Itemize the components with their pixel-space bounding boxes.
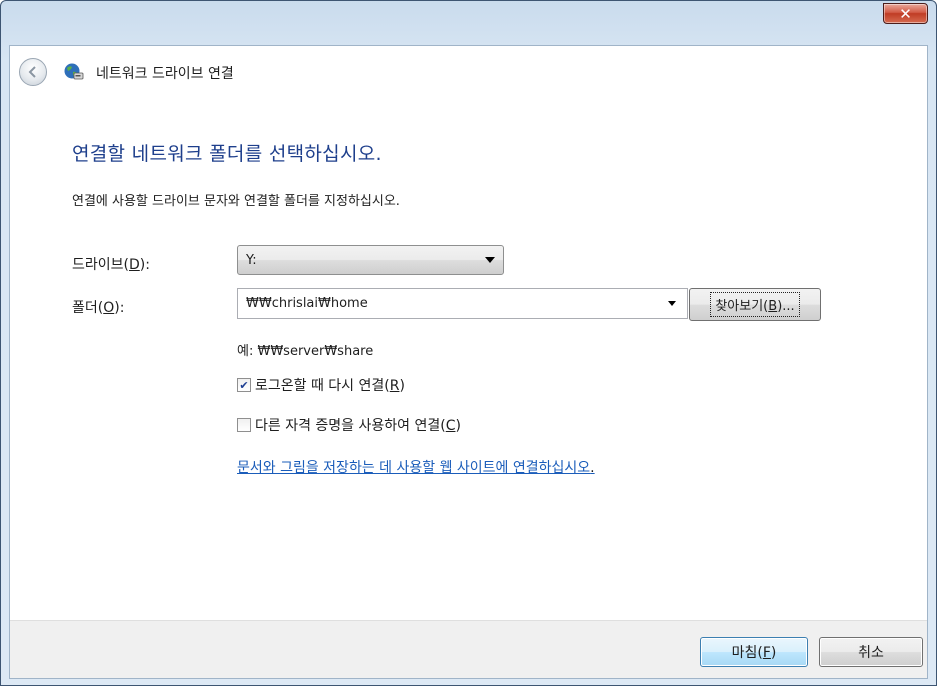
reconnect-label: 로그온할 때 다시 연결(R) bbox=[255, 378, 405, 394]
drive-letter-value: Y: bbox=[246, 252, 257, 268]
folder-path-value: ₩₩chrislai₩home bbox=[246, 296, 368, 311]
drive-letter-select[interactable]: Y: bbox=[237, 245, 504, 275]
checkmark-icon: ✔ bbox=[239, 378, 249, 392]
finish-button[interactable]: 마침(F) bbox=[700, 637, 808, 667]
window-title: 네트워크 드라이브 연결 bbox=[96, 66, 234, 82]
network-drive-icon bbox=[64, 63, 84, 80]
dropdown-arrow-icon bbox=[485, 257, 495, 263]
close-button[interactable]: ✕ bbox=[883, 3, 928, 24]
cancel-button[interactable]: 취소 bbox=[819, 637, 923, 667]
browse-button-label: 찾아보기(B)... bbox=[710, 292, 800, 317]
finish-button-label: 마침(F) bbox=[731, 645, 777, 661]
title-bar: ✕ bbox=[1, 1, 936, 43]
navigation-bar: 네트워크 드라이브 연결 bbox=[10, 46, 927, 96]
dialog-footer: 마침(F) 취소 bbox=[10, 620, 927, 678]
other-credentials-label: 다른 자격 증명을 사용하여 연결(C) bbox=[255, 418, 461, 434]
cancel-button-label: 취소 bbox=[858, 645, 884, 661]
close-icon: ✕ bbox=[899, 4, 912, 23]
back-button[interactable] bbox=[19, 58, 47, 86]
page-description: 연결에 사용할 드라이브 문자와 연결할 폴더를 지정하십시오. bbox=[72, 194, 400, 209]
other-credentials-option[interactable]: 다른 자격 증명을 사용하여 연결(C) bbox=[237, 415, 461, 435]
website-storage-link[interactable]: 문서와 그림을 저장하는 데 사용할 웹 사이트에 연결하십시오. bbox=[237, 457, 595, 477]
folder-path-combobox[interactable]: ₩₩chrislai₩home bbox=[237, 288, 688, 319]
page-heading: 연결할 네트워크 폴더를 선택하십시오. bbox=[72, 143, 382, 165]
drive-label: 드라이브(D): bbox=[72, 257, 150, 273]
dialog-window: ✕ 네트워크 드라이브 연결 연결할 네트워크 폴더를 선택하십시오. 연결에 … bbox=[0, 0, 937, 686]
folder-label: 폴더(O): bbox=[72, 300, 125, 316]
example-path-hint: 예: ₩₩server₩share bbox=[237, 344, 374, 359]
reconnect-at-logon-option[interactable]: ✔ 로그온할 때 다시 연결(R) bbox=[237, 375, 405, 395]
dialog-client-area: 네트워크 드라이브 연결 연결할 네트워크 폴더를 선택하십시오. 연결에 사용… bbox=[9, 45, 928, 679]
dropdown-arrow-icon[interactable] bbox=[668, 301, 676, 306]
back-arrow-icon bbox=[28, 66, 36, 78]
browse-button[interactable]: 찾아보기(B)... bbox=[689, 288, 821, 321]
reconnect-checkbox[interactable]: ✔ bbox=[237, 378, 251, 392]
other-credentials-checkbox[interactable] bbox=[237, 418, 251, 432]
